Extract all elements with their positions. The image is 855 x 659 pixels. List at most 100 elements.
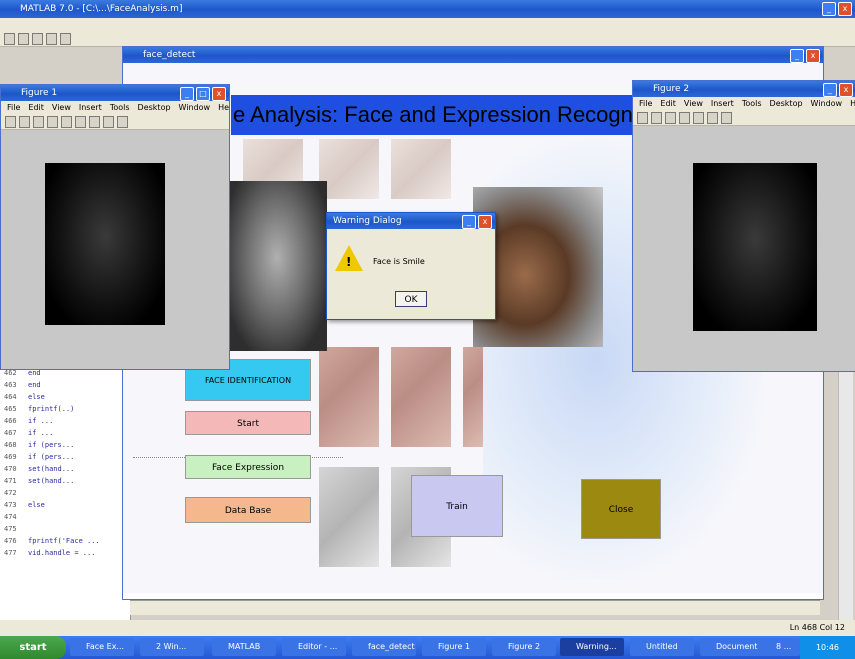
- menu-item[interactable]: Edit: [28, 101, 44, 114]
- main-window-titlebar[interactable]: MATLAB 7.0 - [C:\...\FaceAnalysis.m] _ x: [0, 0, 855, 18]
- ok-button[interactable]: OK: [395, 291, 427, 307]
- code-line[interactable]: 477 vid.handle = ...: [4, 547, 130, 559]
- zoom-in-icon[interactable]: [75, 116, 86, 128]
- save-icon[interactable]: [665, 112, 676, 124]
- menu-item[interactable]: View: [52, 101, 71, 114]
- save-icon[interactable]: [33, 116, 44, 128]
- taskbar-item[interactable]: face_detect: [352, 638, 416, 656]
- print-icon[interactable]: [47, 116, 58, 128]
- print-icon[interactable]: [679, 112, 690, 124]
- dialog-titlebar[interactable]: Warning Dialog _ x: [327, 213, 495, 229]
- right-figure-titlebar[interactable]: Figure 2 _ x: [633, 81, 855, 97]
- editor-pane[interactable]: 462 end 463 end 464 else 465 fprintf(..) 466 if .…: [0, 365, 131, 627]
- close-icon[interactable]: x: [212, 87, 226, 101]
- menu-item[interactable]: Tools: [742, 97, 762, 110]
- menu-item[interactable]: Help: [218, 101, 229, 114]
- zoom-in-icon[interactable]: [707, 112, 718, 124]
- code-line[interactable]: 465 fprintf(..): [4, 403, 130, 415]
- new-figure-icon[interactable]: [637, 112, 648, 124]
- cut-icon[interactable]: [46, 33, 57, 45]
- face-expression-button[interactable]: Face Expression: [185, 455, 311, 479]
- code-line[interactable]: 474: [4, 511, 130, 523]
- close-icon[interactable]: x: [478, 215, 492, 229]
- start-button[interactable]: start: [0, 636, 66, 659]
- left-figure-titlebar[interactable]: Figure 1 _ □ x: [1, 85, 229, 101]
- pan-icon[interactable]: [103, 116, 114, 128]
- taskbar-item[interactable]: MATLAB: [212, 638, 276, 656]
- arrow-icon[interactable]: [61, 116, 72, 128]
- train-button[interactable]: Train: [411, 475, 503, 537]
- menu-item[interactable]: Edit: [660, 97, 676, 110]
- code-line[interactable]: 475: [4, 523, 130, 535]
- menu-item[interactable]: Insert: [79, 101, 102, 114]
- code-text: if (pers...: [28, 441, 75, 449]
- new-figure-icon[interactable]: [5, 116, 16, 128]
- menu-item[interactable]: Window: [811, 97, 843, 110]
- minimize-icon[interactable]: _: [822, 2, 836, 16]
- menu-item[interactable]: Desktop: [138, 101, 171, 114]
- code-text: set(hand...: [28, 477, 75, 485]
- code-line[interactable]: 471 set(hand...: [4, 475, 130, 487]
- line-number: 474: [4, 513, 17, 521]
- code-line[interactable]: 469 if (pers...: [4, 451, 130, 463]
- menu-item[interactable]: Tools: [110, 101, 130, 114]
- minimize-icon[interactable]: _: [790, 49, 804, 63]
- statusbar: Ln 468 Col 12: [0, 620, 855, 636]
- start-button[interactable]: Start: [185, 411, 311, 435]
- code-line[interactable]: 468 if (pers...: [4, 439, 130, 451]
- code-line[interactable]: 473 else: [4, 499, 130, 511]
- main-menubar: [0, 18, 855, 31]
- taskbar-item[interactable]: Figure 2: [492, 638, 556, 656]
- taskbar-item[interactable]: Document: [700, 638, 764, 656]
- taskbar-item[interactable]: Untitled: [630, 638, 694, 656]
- close-button[interactable]: Close: [581, 479, 661, 539]
- menu-item[interactable]: File: [7, 101, 20, 114]
- menu-item[interactable]: View: [684, 97, 703, 110]
- close-icon[interactable]: x: [839, 83, 853, 97]
- code-line[interactable]: 472: [4, 487, 130, 499]
- save-icon[interactable]: [32, 33, 43, 45]
- close-icon[interactable]: x: [806, 49, 820, 63]
- menu-item[interactable]: Desktop: [770, 97, 803, 110]
- open-icon[interactable]: [19, 116, 30, 128]
- taskbar-item[interactable]: 2 Win...: [140, 638, 204, 656]
- editor-status: [130, 600, 820, 615]
- menu-item[interactable]: Insert: [711, 97, 734, 110]
- menu-item[interactable]: File: [639, 97, 652, 110]
- zoom-out-icon[interactable]: [721, 112, 732, 124]
- arrow-icon[interactable]: [693, 112, 704, 124]
- menu-item[interactable]: Window: [179, 101, 211, 114]
- open-icon[interactable]: [18, 33, 29, 45]
- open-icon[interactable]: [651, 112, 662, 124]
- minimize-icon[interactable]: _: [180, 87, 194, 101]
- left-figure-menubar: File Edit View Insert Tools Desktop Window Help: [1, 101, 229, 114]
- taskbar-item[interactable]: Warning...: [560, 638, 624, 656]
- line-number: 467: [4, 429, 17, 437]
- code-line[interactable]: 467 if ...: [4, 427, 130, 439]
- new-file-icon[interactable]: [4, 33, 15, 45]
- minimize-icon[interactable]: _: [462, 215, 476, 229]
- code-line[interactable]: 470 set(hand...: [4, 463, 130, 475]
- gui-titlebar[interactable]: face_detect _ x: [123, 47, 823, 63]
- zoom-out-icon[interactable]: [89, 116, 100, 128]
- code-line[interactable]: 463 end: [4, 379, 130, 391]
- maximize-icon[interactable]: □: [196, 87, 210, 101]
- close-icon[interactable]: x: [838, 2, 852, 16]
- minimize-icon[interactable]: _: [823, 83, 837, 97]
- copy-icon[interactable]: [60, 33, 71, 45]
- edge-face-image: [693, 163, 817, 331]
- rotate-icon[interactable]: [117, 116, 128, 128]
- code-line[interactable]: 476 fprintf('Face ...: [4, 535, 130, 547]
- code-line[interactable]: 466 if ...: [4, 415, 130, 427]
- line-number: 475: [4, 525, 17, 533]
- code-text: if ...: [28, 417, 54, 425]
- line-number: 471: [4, 477, 17, 485]
- data-base-button[interactable]: Data Base: [185, 497, 311, 523]
- taskbar-item[interactable]: 8 ...: [760, 638, 800, 656]
- cursor-position: Ln 468 Col 12: [789, 623, 845, 632]
- taskbar-item[interactable]: Editor - ...: [282, 638, 346, 656]
- menu-item[interactable]: Help: [850, 97, 855, 110]
- taskbar-item[interactable]: Face Ex...: [70, 638, 134, 656]
- code-line[interactable]: 464 else: [4, 391, 130, 403]
- taskbar-item[interactable]: Figure 1: [422, 638, 486, 656]
